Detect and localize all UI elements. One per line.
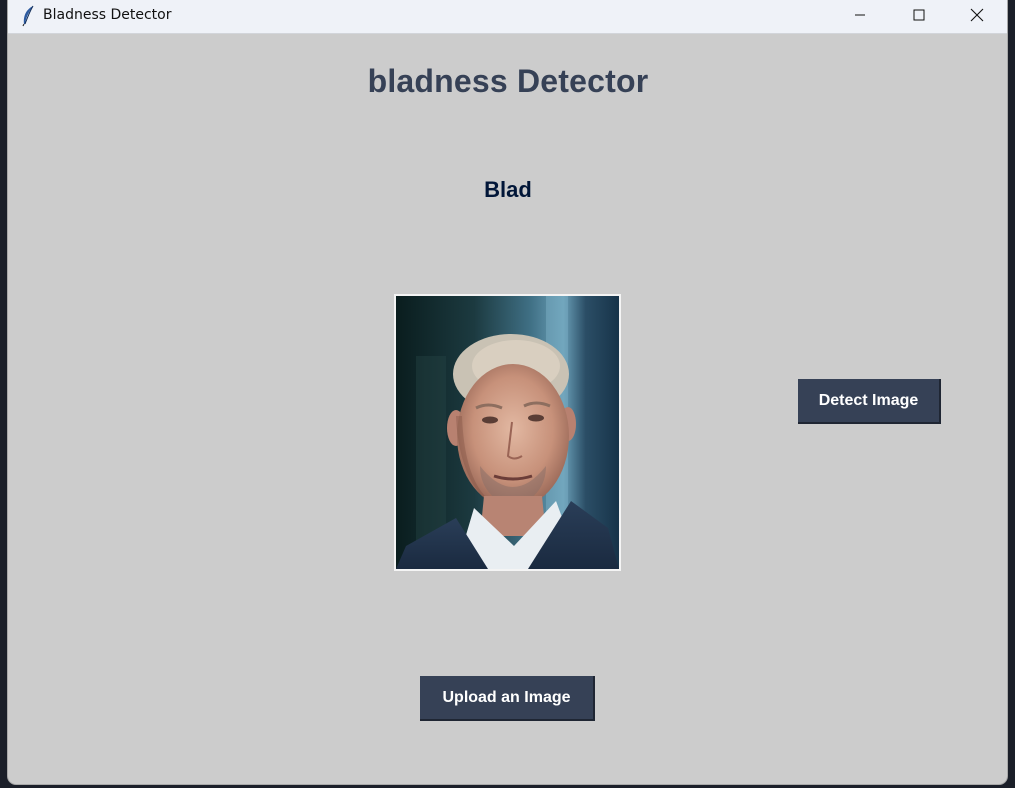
detect-image-button[interactable]: Detect Image — [798, 379, 941, 424]
page-title: bladness Detector — [367, 63, 649, 99]
upload-image-button[interactable]: Upload an Image — [420, 676, 595, 721]
main-content: bladness Detector Blad Detect Image Uplo… — [8, 35, 1007, 784]
feather-icon — [20, 5, 36, 27]
maximize-button[interactable] — [896, 0, 942, 30]
app-window: Bladness Detector bladness Detector Blad — [8, 0, 1007, 784]
minimize-icon — [854, 9, 866, 21]
uploaded-photo — [394, 294, 621, 571]
window-title: Bladness Detector — [43, 7, 172, 23]
close-icon — [970, 8, 984, 22]
title-bar[interactable]: Bladness Detector — [8, 0, 1007, 34]
maximize-icon — [913, 9, 925, 21]
minimize-button[interactable] — [837, 0, 883, 30]
result-label: Blad — [484, 177, 532, 202]
close-button[interactable] — [954, 0, 1000, 30]
